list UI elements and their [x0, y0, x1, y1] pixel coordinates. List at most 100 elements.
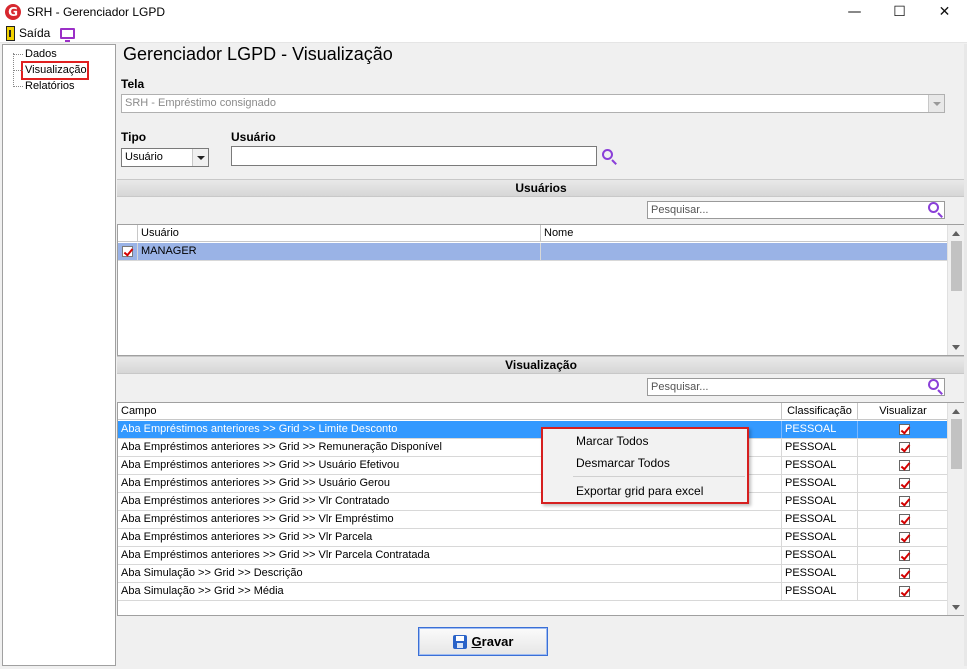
tela-label: Tela [121, 77, 145, 91]
cell-classificacao: PESSOAL [782, 547, 858, 564]
cell-visualizar[interactable] [858, 493, 948, 510]
table-row[interactable]: Aba Empréstimos anteriores >> Grid >> Re… [118, 439, 948, 457]
column-header-campo[interactable]: Campo [118, 403, 782, 420]
checkbox-checked-icon[interactable] [899, 549, 910, 561]
checkbox-checked-icon[interactable] [899, 495, 910, 507]
table-row[interactable]: Aba Simulação >> Grid >> Descrição PESSO… [118, 565, 948, 583]
tela-select[interactable]: SRH - Empréstimo consignado [121, 94, 945, 113]
column-header-visualizar[interactable]: Visualizar [858, 403, 948, 420]
cell-visualizar[interactable] [858, 565, 948, 582]
cell-classificacao: PESSOAL [782, 457, 858, 474]
checkbox-checked-icon[interactable] [899, 531, 910, 543]
search-icon[interactable] [927, 378, 945, 396]
table-row[interactable]: Aba Empréstimos anteriores >> Grid >> Vl… [118, 511, 948, 529]
table-row[interactable]: Aba Simulação >> Grid >> Média PESSOAL [118, 583, 948, 601]
tree-item-dados[interactable]: Dados [13, 47, 57, 62]
title-bar: G SRH - Gerenciador LGPD — ☐ ✕ [0, 0, 967, 24]
visualizacao-search-input[interactable]: Pesquisar... [647, 378, 945, 396]
column-header-nome[interactable]: Nome [541, 225, 948, 242]
menu-separator [573, 476, 745, 477]
close-button[interactable]: ✕ [922, 0, 967, 24]
cell-visualizar[interactable] [858, 457, 948, 474]
monitor-icon[interactable] [60, 27, 76, 42]
usuarios-grid-scrollbar[interactable] [947, 225, 964, 355]
scroll-down-icon[interactable] [952, 345, 960, 350]
checkbox-column-header [118, 225, 138, 242]
chevron-down-icon[interactable] [192, 149, 208, 166]
cell-visualizar[interactable] [858, 439, 948, 456]
table-row[interactable]: Aba Empréstimos anteriores >> Grid >> Li… [118, 421, 948, 439]
usuario-input[interactable] [231, 146, 597, 166]
usuarios-search-input[interactable]: Pesquisar... [647, 201, 945, 219]
cell-visualizar[interactable] [858, 475, 948, 492]
tree-item-relatorios[interactable]: Relatórios [13, 79, 75, 94]
chevron-down-icon[interactable] [928, 95, 944, 112]
door-exit-icon[interactable] [6, 25, 15, 41]
floppy-disk-icon [452, 634, 467, 649]
checkbox-checked-icon[interactable] [899, 567, 910, 579]
save-button[interactable]: Gravar [418, 627, 548, 656]
scroll-down-icon[interactable] [952, 605, 960, 610]
cell-campo: Aba Simulação >> Grid >> Média [118, 583, 782, 600]
scroll-up-icon[interactable] [952, 409, 960, 414]
main-panel: Gerenciador LGPD - Visualização Tela SRH… [117, 44, 967, 666]
visualizacao-grid-scrollbar[interactable] [947, 403, 964, 615]
cell-nome [541, 243, 948, 260]
usuarios-grid: Usuário Nome MANAGER [117, 224, 965, 356]
search-icon[interactable] [601, 148, 619, 166]
table-row[interactable]: Aba Empréstimos anteriores >> Grid >> Us… [118, 457, 948, 475]
visualizacao-section-header: Visualização [117, 356, 965, 374]
tipo-select[interactable]: Usuário [121, 148, 209, 167]
window-title: SRH - Gerenciador LGPD [27, 5, 166, 19]
scroll-up-icon[interactable] [952, 231, 960, 236]
checkbox-checked-icon[interactable] [899, 513, 910, 525]
scroll-thumb[interactable] [951, 419, 962, 469]
checkbox-checked-icon[interactable] [899, 477, 910, 489]
scroll-thumb[interactable] [951, 241, 962, 291]
tela-select-value: SRH - Empréstimo consignado [125, 97, 277, 109]
maximize-button[interactable]: ☐ [877, 0, 922, 24]
cell-campo: Aba Empréstimos anteriores >> Grid >> Vl… [118, 511, 782, 528]
cell-campo: Aba Empréstimos anteriores >> Grid >> Vl… [118, 547, 782, 564]
cell-visualizar[interactable] [858, 583, 948, 600]
cell-visualizar[interactable] [858, 421, 948, 438]
checkbox-checked-icon[interactable] [122, 245, 133, 257]
cell-classificacao: PESSOAL [782, 421, 858, 438]
context-menu: Marcar Todos Desmarcar Todos Exportar gr… [541, 427, 749, 504]
cell-campo: Aba Simulação >> Grid >> Descrição [118, 565, 782, 582]
tipo-label: Tipo [121, 130, 147, 144]
menu-item-marcar-todos[interactable]: Marcar Todos [576, 434, 648, 448]
minimize-button[interactable]: — [832, 0, 877, 24]
window-controls: — ☐ ✕ [832, 0, 967, 24]
checkbox-checked-icon[interactable] [899, 585, 910, 597]
table-row[interactable]: Aba Empréstimos anteriores >> Grid >> Vl… [118, 529, 948, 547]
search-icon[interactable] [927, 201, 945, 219]
menu-exit[interactable]: Saída [19, 26, 50, 40]
checkbox-checked-icon[interactable] [899, 441, 910, 453]
menu-item-exportar-excel[interactable]: Exportar grid para excel [576, 484, 703, 498]
menu-item-desmarcar-todos[interactable]: Desmarcar Todos [576, 456, 670, 470]
cell-visualizar[interactable] [858, 511, 948, 528]
checkbox-checked-icon[interactable] [899, 459, 910, 471]
row-checkbox[interactable] [118, 243, 138, 260]
cell-classificacao: PESSOAL [782, 493, 858, 510]
table-row[interactable]: Aba Empréstimos anteriores >> Grid >> Vl… [118, 547, 948, 565]
table-row[interactable]: Aba Empréstimos anteriores >> Grid >> Us… [118, 475, 948, 493]
column-header-usuario[interactable]: Usuário [138, 225, 541, 242]
usuario-label: Usuário [231, 130, 276, 144]
cell-classificacao: PESSOAL [782, 511, 858, 528]
save-button-mnemonic: G [471, 634, 482, 649]
app-logo-icon: G [5, 4, 21, 20]
tree-item-visualizacao[interactable]: Visualização [13, 61, 89, 80]
cell-visualizar[interactable] [858, 529, 948, 546]
save-button-label: ravar [481, 634, 514, 649]
cell-classificacao: PESSOAL [782, 565, 858, 582]
checkbox-checked-icon[interactable] [899, 423, 910, 435]
cell-campo: Aba Empréstimos anteriores >> Grid >> Vl… [118, 529, 782, 546]
table-row[interactable]: Aba Empréstimos anteriores >> Grid >> Vl… [118, 493, 948, 511]
cell-classificacao: PESSOAL [782, 475, 858, 492]
table-row[interactable]: MANAGER [118, 243, 948, 261]
visualizacao-grid-header: Campo Classificação Visualizar [118, 403, 948, 420]
cell-visualizar[interactable] [858, 547, 948, 564]
column-header-classificacao[interactable]: Classificação [782, 403, 858, 420]
